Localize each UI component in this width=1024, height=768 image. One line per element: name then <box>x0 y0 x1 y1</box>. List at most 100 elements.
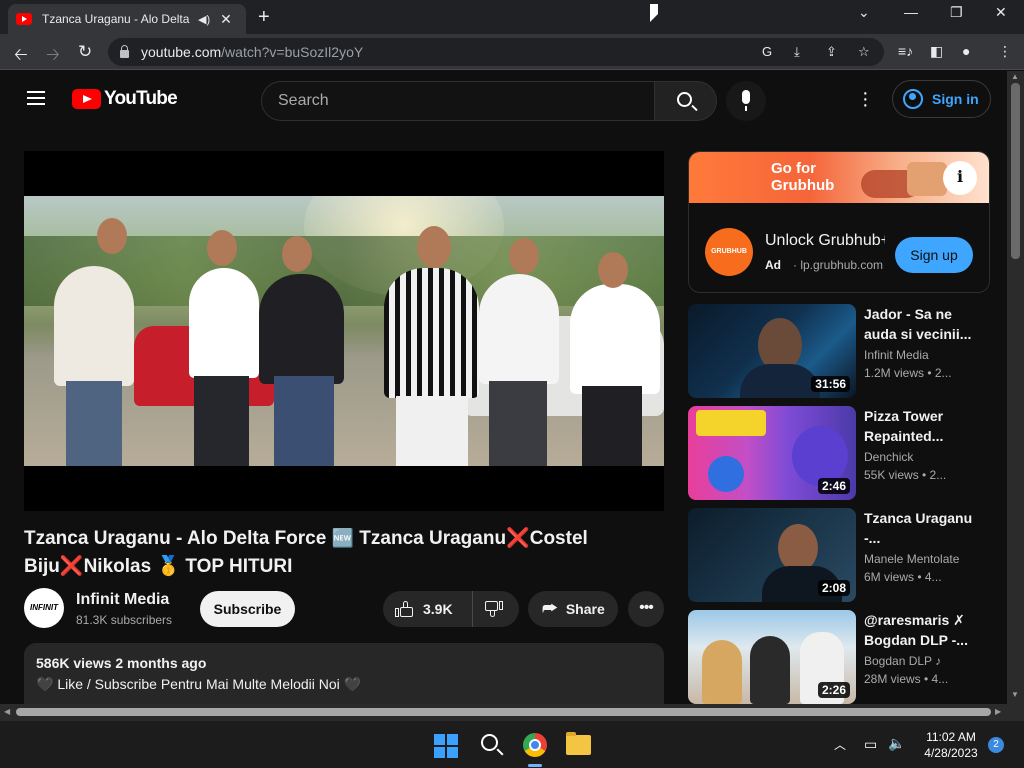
recommendation-title[interactable]: Jador - Sa ne auda si vecinii... <box>864 304 984 344</box>
google-lens-icon[interactable]: G <box>762 44 772 59</box>
ad-domain: · lp.grubhub.com <box>793 258 884 272</box>
like-button[interactable]: 3.9K <box>383 591 473 627</box>
performer-4 <box>384 268 479 398</box>
recommendation-views: 6M views • 4... <box>864 570 942 584</box>
voice-search-button[interactable] <box>726 81 766 121</box>
microphone-icon <box>742 90 750 104</box>
share-arrow-icon: ⮫ <box>542 599 558 618</box>
video-player[interactable] <box>24 151 664 511</box>
dislike-button[interactable] <box>473 591 519 627</box>
subscriber-count: 81.3K subscribers <box>76 613 173 627</box>
ad-title[interactable]: Unlock Grubhub+ <box>765 232 885 250</box>
browser-tab[interactable]: Tzanca Uraganu - Alo Delta Force ◀) ✕ <box>8 4 246 34</box>
tab-search-chevron-icon[interactable]: ⌄ <box>858 4 870 21</box>
file-explorer-icon[interactable] <box>566 732 591 755</box>
hamburger-menu-icon[interactable] <box>27 91 45 105</box>
new-tab-button[interactable]: + <box>258 6 270 29</box>
thumbs-down-icon <box>485 601 503 617</box>
more-actions-button[interactable]: ••• <box>628 591 664 627</box>
scroll-left-arrow-icon[interactable]: ◀ <box>4 707 10 716</box>
vertical-scrollbar[interactable]: ▲ ▼ <box>1007 71 1024 704</box>
recommendation-item[interactable]: 2:26 @raresmaris ✗ Bogdan DLP -... Bogda… <box>688 610 990 704</box>
sign-in-button[interactable]: Sign in <box>892 80 991 118</box>
search-input[interactable]: Search <box>261 81 655 121</box>
performer-2 <box>189 268 259 378</box>
taskbar-clock-time[interactable]: 11:02 AM <box>920 730 982 744</box>
recommendation-channel[interactable]: Denchick <box>864 450 913 464</box>
video-thumbnail[interactable]: 2:46 <box>688 406 856 500</box>
recommendation-title[interactable]: @raresmaris ✗ Bogdan DLP -... <box>864 610 984 650</box>
ad-sign-up-button[interactable]: Sign up <box>895 237 973 273</box>
tab-close-icon[interactable]: ✕ <box>220 11 232 28</box>
tray-chevron-up-icon[interactable]: ︿ <box>834 736 846 753</box>
media-controls-icon[interactable]: ≡♪ <box>898 43 913 59</box>
vertical-scroll-thumb[interactable] <box>1011 83 1020 259</box>
thumbnail-graphic <box>696 410 766 436</box>
video-duration: 2:08 <box>817 580 850 596</box>
horizontal-scroll-thumb[interactable] <box>16 708 991 716</box>
share-button[interactable]: ⮫ Share <box>528 591 618 627</box>
reload-icon[interactable]: ↻ <box>78 42 92 62</box>
description-text: 🖤 Like / Subscribe Pentru Mai Multe Melo… <box>36 676 362 692</box>
ad-banner-image[interactable]: Go for Grubhub i <box>689 152 989 203</box>
tab-title: Tzanca Uraganu - Alo Delta Force <box>42 12 192 26</box>
horizontal-scrollbar[interactable]: ◀ ▶ <box>0 704 1007 720</box>
video-thumbnail[interactable]: 31:56 <box>688 304 856 398</box>
bookmark-star-icon[interactable]: ☆ <box>858 44 870 60</box>
youtube-logo-text: YouTube <box>104 88 178 109</box>
taskbar-search-icon[interactable] <box>481 734 498 751</box>
chrome-taskbar-icon[interactable] <box>523 733 547 757</box>
channel-avatar[interactable]: INFINIT <box>24 588 64 628</box>
sidebar-ad[interactable]: Go for Grubhub i GRUBHUB Unlock Grubhub+… <box>688 151 990 293</box>
notification-badge[interactable]: 2 <box>988 737 1004 753</box>
recommendation-item[interactable]: 31:56 Jador - Sa ne auda si vecinii... I… <box>688 304 990 398</box>
taskbar-clock-date[interactable]: 4/28/2023 <box>918 746 984 760</box>
share-page-icon[interactable]: ⇪ <box>826 44 837 60</box>
thumbnail-figure <box>778 524 818 572</box>
scroll-up-arrow-icon[interactable]: ▲ <box>1011 72 1019 81</box>
video-thumbnail[interactable]: 2:26 <box>688 610 856 704</box>
restore-icon[interactable]: ❐ <box>950 4 963 21</box>
recommendation-channel[interactable]: Infinit Media <box>864 348 929 362</box>
windows-start-icon[interactable] <box>434 734 458 758</box>
settings-kebab-icon[interactable]: · · · <box>862 83 869 115</box>
recommendation-item[interactable]: 2:08 Tzanca Uraganu -... Manele Mentolat… <box>688 508 990 602</box>
scroll-right-arrow-icon[interactable]: ▶ <box>995 707 1001 716</box>
profile-icon[interactable]: ● <box>962 43 970 59</box>
volume-icon[interactable]: 🔈 <box>888 735 905 752</box>
address-bar[interactable]: youtube.com/watch?v=buSozIl2yoY G ⤓ ⇪ ☆ <box>108 38 884 66</box>
scroll-down-arrow-icon[interactable]: ▼ <box>1011 690 1019 699</box>
title-text: Tzanca Uraganu <box>354 528 507 549</box>
speaker-icon[interactable]: ◀) <box>198 13 210 26</box>
info-icon[interactable]: i <box>943 161 977 195</box>
forward-arrow-icon[interactable]: 🡢 <box>46 42 60 71</box>
performer-1-head <box>97 218 127 254</box>
recommendation-title[interactable]: Pizza Tower Repainted... <box>864 406 984 446</box>
youtube-logo[interactable]: YouTube <box>72 88 178 110</box>
performer-2-head <box>207 230 237 266</box>
minimize-icon[interactable]: — <box>904 4 918 20</box>
recommendation-views: 1.2M views • 2... <box>864 366 952 380</box>
back-arrow-icon[interactable]: 🡠 <box>14 42 28 71</box>
channel-name[interactable]: Infinit Media <box>76 591 169 609</box>
subscribe-button[interactable]: Subscribe <box>200 591 295 627</box>
search-button[interactable] <box>655 81 717 121</box>
close-window-icon[interactable]: ✕ <box>995 4 1007 21</box>
recommendation-title[interactable]: Tzanca Uraganu -... <box>864 508 984 548</box>
performer-3-legs <box>274 376 334 466</box>
description-box[interactable]: 586K views 2 months ago 🖤 Like / Subscri… <box>24 643 664 705</box>
mouse-cursor-icon <box>650 4 658 22</box>
chrome-menu-icon[interactable]: ⋮ <box>998 43 1012 60</box>
grubhub-logo[interactable]: GRUBHUB <box>705 228 753 276</box>
lock-icon[interactable] <box>120 44 129 58</box>
recommendation-item[interactable]: 2:46 Pizza Tower Repainted... Denchick 5… <box>688 406 990 500</box>
windows-taskbar: ︿ ▭ 🔈 11:02 AM 4/28/2023 2 <box>0 720 1024 768</box>
recommendation-channel[interactable]: Bogdan DLP ♪ <box>864 654 941 668</box>
video-thumbnail[interactable]: 2:08 <box>688 508 856 602</box>
video-owner-row: INFINIT Infinit Media 81.3K subscribers … <box>24 588 664 628</box>
performer-6 <box>570 284 660 394</box>
recommendation-channel[interactable]: Manele Mentolate <box>864 552 959 566</box>
install-app-icon[interactable]: ⤓ <box>794 44 800 60</box>
side-panel-icon[interactable]: ◧ <box>930 43 943 60</box>
network-icon[interactable]: ▭ <box>864 736 877 753</box>
